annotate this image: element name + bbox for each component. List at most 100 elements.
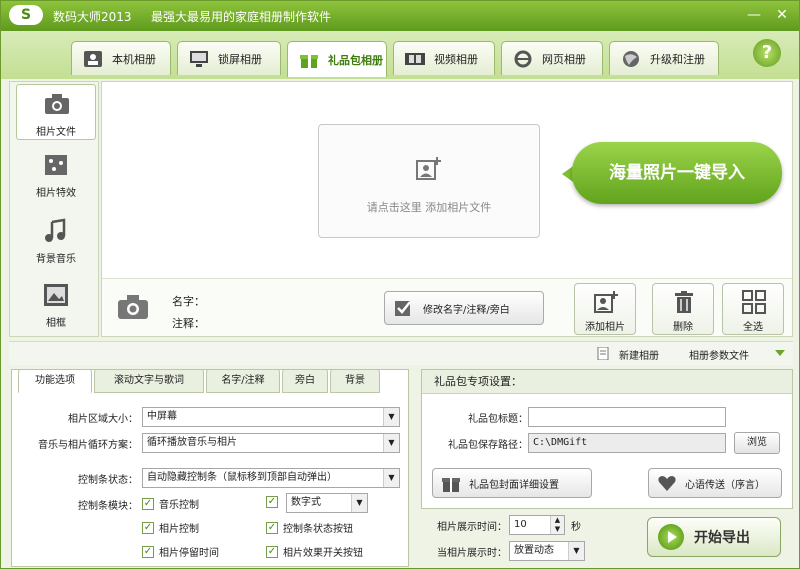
- gift-title-input[interactable]: [528, 407, 726, 427]
- name-label: 名字：: [172, 295, 205, 308]
- delete-button[interactable]: 删除: [652, 283, 714, 335]
- check-photo-control[interactable]: ✓ 相片控制: [142, 520, 199, 535]
- action-label: 添加相片: [585, 322, 625, 333]
- tab-lockscreen-album[interactable]: 锁屏相册: [177, 41, 281, 75]
- check-label: 相片效果开关按钮: [283, 548, 363, 559]
- music-icon: [45, 218, 66, 242]
- message-button[interactable]: 心语传送（序言）: [648, 468, 782, 498]
- spinner-arrows-icon[interactable]: ▲ ▼: [550, 516, 564, 534]
- subtab-background[interactable]: 背景: [330, 369, 380, 393]
- button-label: 心语传送（序言）: [685, 479, 765, 491]
- tab-upgrade-register[interactable]: 升级和注册: [609, 41, 719, 75]
- check-music-control[interactable]: ✓ 音乐控制: [142, 496, 199, 511]
- select-value: 数字式: [291, 497, 321, 508]
- start-button-label: 开始导出: [694, 530, 750, 546]
- tab-label: 网页相册: [542, 52, 586, 66]
- minimize-button[interactable]: —: [745, 6, 763, 24]
- select-value: 中屏幕: [147, 411, 177, 422]
- subtab-narration[interactable]: 旁白: [282, 369, 328, 393]
- control-module-label: 控制条模块：: [78, 501, 138, 512]
- sidebar: 相片文件 相片特效 背景音乐 相框: [9, 81, 99, 337]
- app-window: S 数码大师2013 最强大最易用的家庭相册制作软件 — ✕ 本机相册 锁屏相册…: [0, 0, 800, 569]
- gift-path-input[interactable]: C:\DMGift: [528, 433, 726, 453]
- tab-web-album[interactable]: 网页相册: [501, 41, 603, 75]
- check-label: 控制条状态按钮: [283, 524, 353, 535]
- gift-cover-settings-button[interactable]: 礼品包封面详细设置: [432, 468, 592, 498]
- check-label: 相片停留时间: [159, 548, 219, 559]
- edit-name-note-button[interactable]: 修改名字/注释/旁白: [384, 291, 544, 325]
- chevron-down-icon[interactable]: [775, 350, 785, 356]
- title-bar: S 数码大师2013 最强大最易用的家庭相册制作软件 — ✕: [1, 1, 799, 31]
- sidebar-item-photo-files[interactable]: 相片文件: [16, 84, 96, 140]
- sidebar-item-photo-effects[interactable]: 相片特效: [16, 146, 96, 202]
- chevron-down-icon: ▼: [568, 542, 584, 560]
- chevron-down-icon: ▼: [351, 494, 367, 512]
- add-photo-button[interactable]: 添加相片: [574, 283, 636, 335]
- sidebar-item-frame[interactable]: 相框: [16, 276, 96, 332]
- select-value: 自动隐藏控制条（鼠标移到顶部自动弹出）: [147, 472, 337, 483]
- camera-icon: [45, 94, 69, 114]
- display-time-label: 相片展示时间：: [437, 522, 507, 533]
- help-button[interactable]: ?: [753, 39, 781, 67]
- gift-title-label: 礼品包标题：: [468, 414, 528, 425]
- new-album-link[interactable]: 新建相册: [619, 347, 659, 362]
- tab-label: 升级和注册: [650, 52, 705, 66]
- gift-path-label: 礼品包保存路径：: [448, 440, 528, 451]
- app-logo: S: [9, 5, 43, 25]
- sidebar-item-bg-music[interactable]: 背景音乐: [16, 212, 96, 268]
- tab-video-album[interactable]: 视频相册: [393, 41, 495, 75]
- select-value: 放置动态: [514, 545, 554, 556]
- sidebar-item-label: 相片特效: [36, 188, 76, 199]
- photo-area-label: 相片区域大小：: [68, 414, 138, 425]
- frame-icon: [44, 284, 68, 306]
- note-label: 注释：: [172, 317, 205, 330]
- subtab-function-options[interactable]: 功能选项: [18, 369, 92, 393]
- subtab-scroll-text[interactable]: 滚动文字与歌词: [94, 369, 204, 393]
- photo-main-area: 请点击这里 添加相片文件 海量照片一键导入 名字： 注释： 修改名字/注释/旁白…: [101, 81, 793, 337]
- select-all-icon: [742, 290, 766, 314]
- during-display-select[interactable]: 放置动态 ▼: [509, 541, 585, 561]
- tab-local-album[interactable]: 本机相册: [71, 41, 171, 75]
- check-label: 相片控制: [159, 524, 199, 535]
- chevron-down-icon: ▼: [383, 408, 399, 426]
- subtab-name-note[interactable]: 名字/注释: [206, 369, 280, 393]
- sidebar-item-label: 相片文件: [36, 127, 76, 138]
- photo-info-bar: 名字： 注释： 修改名字/注释/旁白 添加相片 删除 全选: [102, 278, 792, 336]
- close-button[interactable]: ✕: [773, 6, 791, 24]
- play-icon: [658, 524, 684, 550]
- check-effect-toggle-button[interactable]: ✓ 相片效果开关按钮: [266, 544, 363, 559]
- sidebar-item-label: 背景音乐: [36, 254, 76, 265]
- tab-gift-album[interactable]: 礼品包相册: [287, 41, 387, 77]
- promo-callout: 海量照片一键导入: [572, 142, 782, 204]
- digital-style-select[interactable]: 数字式 ▼: [286, 493, 368, 513]
- tab-label: 本机相册: [112, 52, 156, 66]
- loop-label: 音乐与相片循环方案：: [38, 440, 138, 451]
- check-digital[interactable]: ✓: [266, 496, 283, 508]
- browse-button[interactable]: 浏览: [734, 432, 780, 454]
- checkbox: ✓: [142, 497, 154, 510]
- gift-panel-header: 礼品包专项设置：: [422, 370, 792, 394]
- globe-icon: [623, 50, 639, 67]
- main-tab-strip: 本机相册 锁屏相册 礼品包相册 视频相册 网页相册 升级和注册 ?: [1, 31, 799, 79]
- checkbox: ✓: [266, 521, 278, 534]
- during-display-label: 当相片展示时：: [437, 548, 507, 559]
- gift-icon: [300, 54, 318, 68]
- checkbox: ✓: [142, 545, 154, 558]
- photo-area-select[interactable]: 中屏幕 ▼: [142, 407, 400, 427]
- start-export-button[interactable]: 开始导出: [647, 517, 781, 557]
- display-time-spinner[interactable]: 10 ▲ ▼: [509, 515, 565, 535]
- check-label: 音乐控制: [159, 500, 199, 511]
- control-state-select[interactable]: 自动隐藏控制条（鼠标移到顶部自动弹出） ▼: [142, 468, 400, 488]
- monitor-icon: [190, 50, 208, 67]
- check-photo-stay-time[interactable]: ✓ 相片停留时间: [142, 544, 219, 559]
- album-params-link[interactable]: 相册参数文件: [689, 347, 749, 362]
- heart-icon: [658, 476, 676, 491]
- checkbox: ✓: [266, 545, 278, 558]
- action-label: 删除: [673, 322, 693, 333]
- add-photo-dropzone[interactable]: 请点击这里 添加相片文件: [318, 124, 540, 238]
- loop-select[interactable]: 循环播放音乐与相片 ▼: [142, 433, 400, 453]
- select-all-button[interactable]: 全选: [722, 283, 784, 335]
- film-icon: [405, 52, 425, 65]
- check-control-state-button[interactable]: ✓ 控制条状态按钮: [266, 520, 353, 535]
- checkbox: ✓: [142, 521, 154, 534]
